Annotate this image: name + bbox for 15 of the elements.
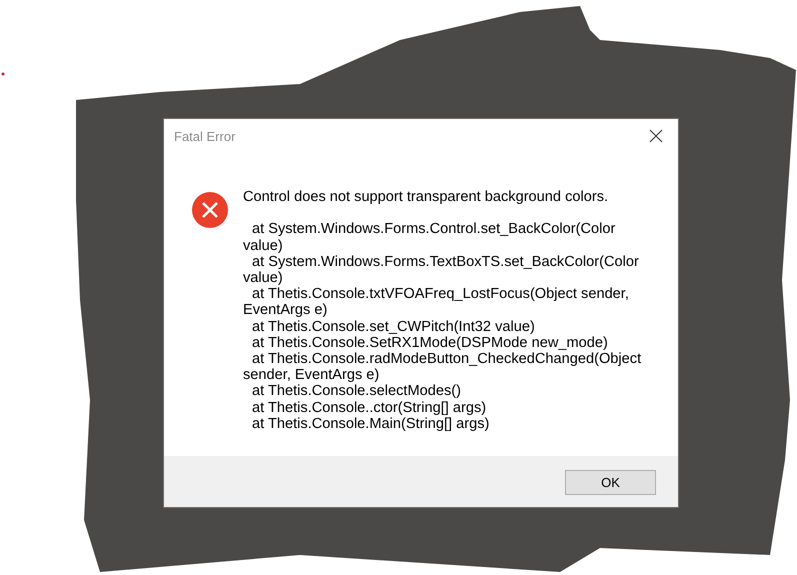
close-icon[interactable] bbox=[648, 128, 664, 144]
stack-trace-line: at Thetis.Console.radModeButton_CheckedChanged(Object sender, EventArgs e) bbox=[243, 351, 642, 384]
ok-button[interactable]: OK bbox=[565, 470, 656, 494]
error-icon bbox=[191, 191, 229, 229]
error-message: Control does not support transparent background colors. bbox=[243, 189, 610, 206]
stack-trace-line: at System.Windows.Forms.TextBoxTS.set_BackColor(Color value) bbox=[243, 254, 640, 286]
window-title: Fatal Error bbox=[174, 128, 236, 144]
stack-trace-line: at Thetis.Console..ctor(String[] args) bbox=[251, 400, 488, 416]
dot bbox=[2, 72, 4, 76]
stack-trace-line: at Thetis.Console.txtVFOAFreq_LostFocus(Object sender, EventArgs e) bbox=[243, 286, 630, 319]
stack-trace-line: at Thetis.Console.selectModes() bbox=[251, 383, 462, 400]
stack-trace-line: at Thetis.Console.set_CWPitch(Int32 value) bbox=[251, 318, 536, 335]
stack-trace-line: at Thetis.Console.Main(String[] args) bbox=[251, 416, 490, 432]
stack-trace-line: at Thetis.Console.SetRX1Mode(DSPMode new_mode) bbox=[251, 334, 609, 352]
stack-trace-line: at System.Windows.Forms.Control.set_BackColor(Color value) bbox=[243, 221, 616, 254]
